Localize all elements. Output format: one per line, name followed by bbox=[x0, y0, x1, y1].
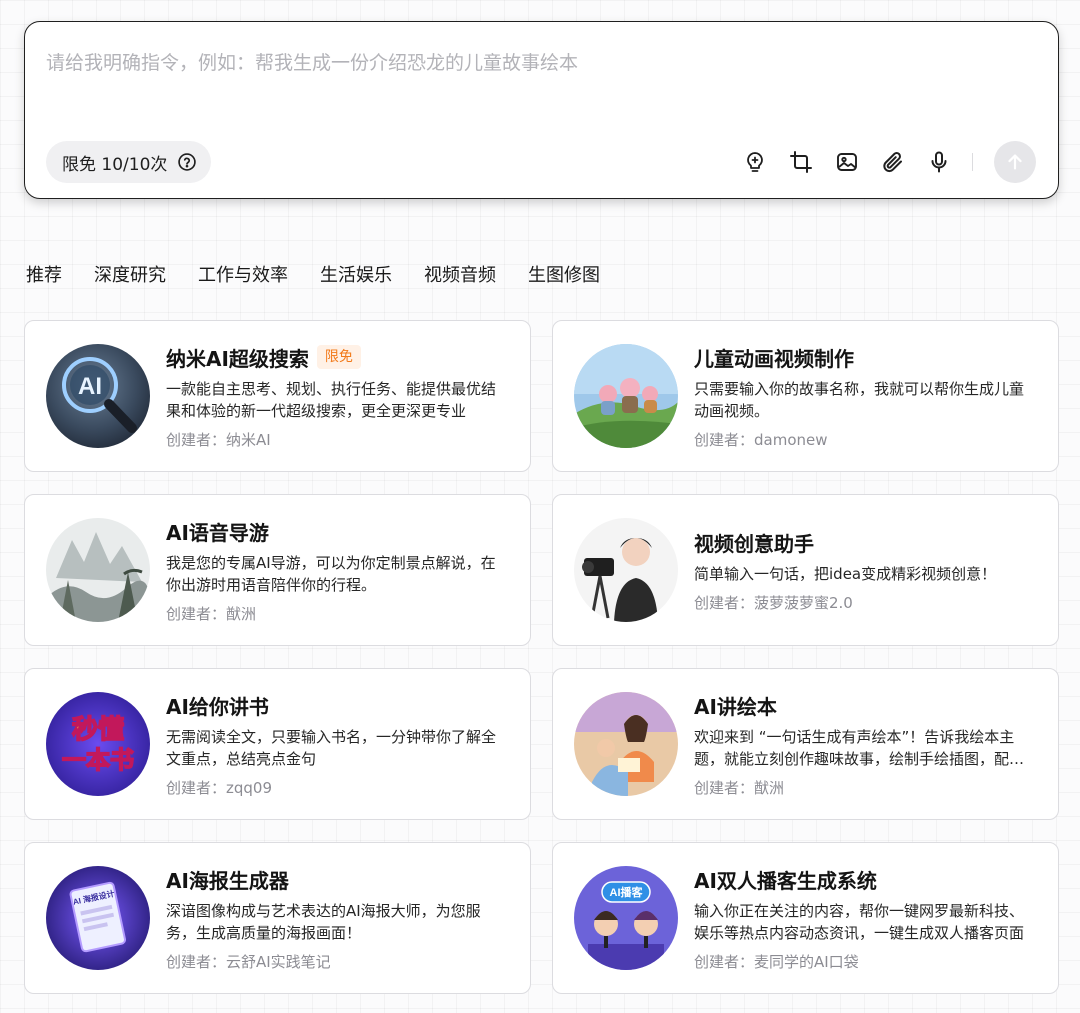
input-toolbar bbox=[732, 141, 1036, 183]
voice-input-button[interactable] bbox=[916, 141, 962, 183]
agent-avatar: AI bbox=[46, 344, 150, 448]
agent-card[interactable]: 视频创意助手 简单输入一句话，把idea变成精彩视频创意！ 创建者：菠萝菠萝蜜2… bbox=[552, 494, 1059, 646]
card-author: 创建者：猷洲 bbox=[694, 778, 785, 797]
agent-avatar: 秒懂 一本书 bbox=[46, 692, 150, 796]
card-description: 无需阅读全文，只要输入书名，一分钟带你了解全文重点，总结亮点金句 bbox=[166, 727, 497, 768]
agent-card[interactable]: AI讲绘本 欢迎来到 “一句话生成有声绘本”！告诉我绘本主题，就能立刻创作趣味故… bbox=[552, 668, 1059, 820]
agent-card-grid: AI 纳米AI超级搜索 限免 一款能自主思考、规划、执行任务、能提供最优结果和体… bbox=[24, 320, 1059, 994]
card-author: 创建者：damonew bbox=[694, 430, 828, 449]
crop-button[interactable] bbox=[778, 141, 824, 183]
image-upload-button[interactable] bbox=[824, 141, 870, 183]
card-title: 纳米AI超级搜索 bbox=[166, 346, 309, 371]
image-icon bbox=[837, 153, 857, 171]
category-tabs: 推荐 深度研究 工作与效率 生活娱乐 视频音频 生图修图 bbox=[26, 262, 600, 290]
prompt-input[interactable] bbox=[46, 48, 1036, 128]
paperclip-icon bbox=[883, 152, 902, 173]
card-title: AI语音导游 bbox=[166, 520, 269, 545]
card-title: 视频创意助手 bbox=[694, 531, 814, 556]
sparkle-bulb-button[interactable] bbox=[732, 141, 778, 183]
card-author: 创建者：云舒AI实践笔记 bbox=[166, 952, 331, 971]
card-description: 只需要输入你的故事名称，我就可以帮你生成儿童动画视频。 bbox=[694, 379, 1025, 420]
agent-avatar bbox=[46, 518, 150, 622]
tab-deep-research[interactable]: 深度研究 bbox=[94, 262, 166, 290]
card-title: AI讲绘本 bbox=[694, 694, 777, 719]
agent-avatar: AI 海报设计 bbox=[46, 866, 150, 970]
card-title: AI海报生成器 bbox=[166, 868, 289, 893]
agent-avatar bbox=[574, 344, 678, 448]
svg-text:秒懂: 秒懂 bbox=[72, 714, 124, 744]
sparkle-bulb-icon bbox=[747, 152, 763, 172]
card-description: 一款能自主思考、规划、执行任务、能提供最优结果和体验的新一代超级搜索，更全更深更… bbox=[166, 379, 497, 420]
attach-file-button[interactable] bbox=[870, 141, 916, 183]
card-description: 深谙图像构成与艺术表达的AI海报大师，为您服务，生成高质量的海报画面！ bbox=[166, 901, 481, 942]
card-title: 儿童动画视频制作 bbox=[694, 346, 854, 371]
agent-avatar bbox=[574, 518, 678, 622]
help-circle-icon[interactable] bbox=[177, 152, 197, 172]
card-description: 输入你正在关注的内容，帮你一键网罗最新科技、娱乐等热点内容动态资讯，一键生成双人… bbox=[694, 901, 1025, 942]
quota-label: 限免 10/10次 bbox=[62, 154, 168, 175]
agent-card[interactable]: 儿童动画视频制作 只需要输入你的故事名称，我就可以帮你生成儿童动画视频。 创建者… bbox=[552, 320, 1059, 472]
card-author: 创建者：纳米AI bbox=[166, 430, 271, 449]
card-title: AI双人播客生成系统 bbox=[694, 868, 877, 893]
svg-text:AI播客: AI播客 bbox=[610, 885, 644, 899]
agent-card[interactable]: AI 海报设计 AI海报生成器 深谙图像构成与艺术表达的AI海报大师，为您服务，… bbox=[24, 842, 531, 994]
send-button[interactable] bbox=[994, 141, 1036, 183]
tab-video-audio[interactable]: 视频音频 bbox=[424, 262, 496, 290]
crop-icon bbox=[790, 151, 812, 173]
tab-life-entertainment[interactable]: 生活娱乐 bbox=[320, 262, 392, 290]
svg-text:一本书: 一本书 bbox=[62, 747, 134, 774]
card-description: 我是您的专属AI导游，可以为你定制景点解说，在你出游时用语音陪伴你的行程。 bbox=[166, 553, 496, 594]
agent-card[interactable]: AI语音导游 我是您的专属AI导游，可以为你定制景点解说，在你出游时用语音陪伴你… bbox=[24, 494, 531, 646]
agent-card[interactable]: AI 纳米AI超级搜索 限免 一款能自主思考、规划、执行任务、能提供最优结果和体… bbox=[24, 320, 531, 472]
tab-recommend[interactable]: 推荐 bbox=[26, 262, 62, 290]
tab-image-edit[interactable]: 生图修图 bbox=[528, 262, 600, 290]
agent-avatar bbox=[574, 692, 678, 796]
arrow-up-icon bbox=[1008, 154, 1022, 170]
agent-avatar: AI播客 bbox=[574, 866, 678, 970]
agent-card[interactable]: AI播客 AI双人播客生成系统 输入你正在关注的内容，帮你一键网罗最新科技、娱乐… bbox=[552, 842, 1059, 994]
card-description: 欢迎来到 “一句话生成有声绘本”！告诉我绘本主题，就能立刻创作趣味故事，绘制手绘… bbox=[694, 727, 1025, 768]
card-author: 创建者：菠萝菠萝蜜2.0 bbox=[694, 593, 853, 612]
microphone-icon bbox=[931, 151, 947, 173]
card-description: 简单输入一句话，把idea变成精彩视频创意！ bbox=[694, 564, 997, 583]
tab-work-efficiency[interactable]: 工作与效率 bbox=[198, 262, 288, 290]
card-author: 创建者：麦同学的AI口袋 bbox=[694, 952, 859, 971]
agent-card[interactable]: 秒懂 一本书 AI给你讲书 无需阅读全文，只要输入书名，一分钟带你了解全文重点，… bbox=[24, 668, 531, 820]
quota-chip[interactable]: 限免 10/10次 bbox=[46, 141, 212, 183]
svg-text:AI: AI bbox=[78, 373, 102, 400]
free-badge: 限免 bbox=[316, 345, 361, 369]
card-author: 创建者：猷洲 bbox=[166, 604, 257, 623]
card-author: 创建者：zqq09 bbox=[166, 778, 273, 797]
prompt-box: 限免 10/10次 bbox=[24, 21, 1059, 199]
toolbar-divider bbox=[972, 153, 973, 171]
card-title: AI给你讲书 bbox=[166, 694, 269, 719]
